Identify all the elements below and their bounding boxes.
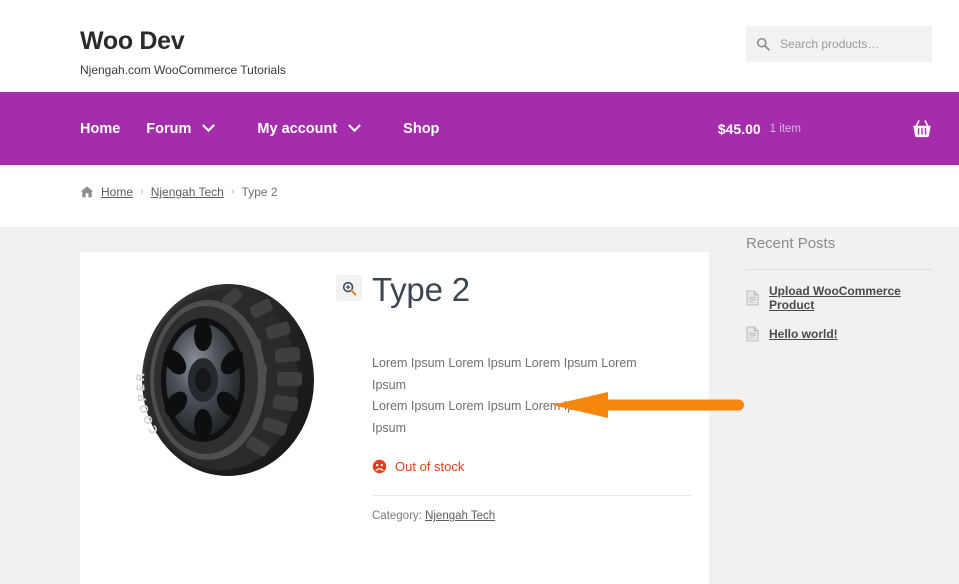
product-image[interactable]: COOPER bbox=[100, 262, 370, 497]
widget-title-recent-posts: Recent Posts bbox=[746, 235, 836, 252]
site-branding[interactable]: Woo Dev Njengah.com WooCommerce Tutorial… bbox=[80, 27, 286, 77]
nav-label: Forum bbox=[146, 120, 192, 137]
chevron-down-icon bbox=[348, 119, 362, 133]
recent-post-link[interactable]: Upload WooCommerce Product bbox=[769, 284, 933, 312]
cart-item-count: 1 item bbox=[769, 122, 801, 135]
breadcrumb-bar: Home › Njengah Tech › Type 2 bbox=[0, 165, 959, 227]
breadcrumb-link-home[interactable]: Home bbox=[101, 185, 133, 199]
breadcrumb-current: Type 2 bbox=[241, 185, 278, 199]
image-zoom-button[interactable] bbox=[336, 275, 362, 301]
sad-face-icon bbox=[372, 460, 387, 474]
nav-item-home[interactable]: Home bbox=[80, 121, 120, 137]
site-title: Woo Dev bbox=[80, 27, 185, 55]
widget-divider bbox=[746, 269, 933, 270]
meta-divider bbox=[372, 495, 692, 497]
document-icon bbox=[746, 290, 759, 306]
list-item[interactable]: Hello world! bbox=[746, 326, 933, 342]
shopping-basket-icon[interactable] bbox=[911, 118, 933, 140]
product-description: Lorem Ipsum Lorem Ipsum Lorem Ipsum Lore… bbox=[372, 353, 672, 439]
category-link[interactable]: Njengah Tech bbox=[425, 510, 495, 522]
recent-post-link[interactable]: Hello world! bbox=[769, 327, 838, 341]
product-search[interactable] bbox=[746, 26, 932, 62]
site-tagline: Njengah.com WooCommerce Tutorials bbox=[80, 62, 286, 77]
page-root: Woo Dev Njengah.com WooCommerce Tutorial… bbox=[0, 0, 959, 584]
list-item[interactable]: Upload WooCommerce Product bbox=[746, 284, 933, 312]
product-category-meta: Category: Njengah Tech bbox=[372, 510, 702, 522]
site-header: Woo Dev Njengah.com WooCommerce Tutorial… bbox=[0, 0, 959, 92]
document-icon bbox=[746, 326, 759, 342]
nav-label: Home bbox=[80, 120, 121, 137]
product-title: Type 2 bbox=[372, 271, 470, 308]
cart-summary[interactable]: $45.00 1 item bbox=[718, 92, 933, 165]
search-icon bbox=[756, 37, 770, 51]
content-area: COOPER Type 2 Lorem Ipsum Lorem Ipsum Lo… bbox=[0, 227, 959, 584]
nav-item-forum[interactable]: Forum bbox=[146, 119, 235, 137]
breadcrumb-link-category[interactable]: Njengah Tech bbox=[151, 185, 224, 199]
breadcrumb-separator: › bbox=[140, 186, 144, 198]
stock-status-label: Out of stock bbox=[395, 459, 465, 475]
product-summary: Type 2 Lorem Ipsum Lorem Ipsum Lorem Ips… bbox=[372, 271, 702, 522]
search-input[interactable] bbox=[778, 36, 922, 52]
cart-total: $45.00 bbox=[717, 120, 761, 137]
category-label: Category: bbox=[372, 510, 422, 523]
nav-item-my-account[interactable]: My account bbox=[257, 119, 381, 137]
product-gallery: COOPER bbox=[100, 262, 370, 502]
chevron-down-icon bbox=[202, 119, 216, 133]
home-icon bbox=[80, 186, 94, 198]
recent-posts-list: Upload WooCommerce Product Hello world! bbox=[746, 284, 933, 342]
magnifier-plus-icon bbox=[342, 281, 357, 296]
nav-item-shop[interactable]: Shop bbox=[403, 121, 461, 137]
nav-label: My account bbox=[257, 120, 338, 137]
breadcrumb-separator: › bbox=[230, 186, 235, 198]
main-navigation: Home Forum My account Shop $45.00 1 item bbox=[0, 92, 959, 165]
nav-label: Shop bbox=[403, 120, 440, 137]
nav-list: Home Forum My account Shop bbox=[80, 92, 483, 165]
product-description-line2: Lorem Ipsum Lorem Ipsum Lorem Ipsum Lore… bbox=[372, 399, 637, 435]
product-description-line1: Lorem Ipsum Lorem Ipsum Lorem Ipsum Lore… bbox=[372, 356, 637, 392]
sidebar: Recent Posts Upload WooCommerce Product bbox=[746, 235, 933, 356]
product-card: COOPER Type 2 Lorem Ipsum Lorem Ipsum Lo… bbox=[80, 252, 709, 584]
breadcrumb: Home › Njengah Tech › Type 2 bbox=[80, 185, 278, 199]
stock-status: Out of stock bbox=[372, 459, 702, 474]
